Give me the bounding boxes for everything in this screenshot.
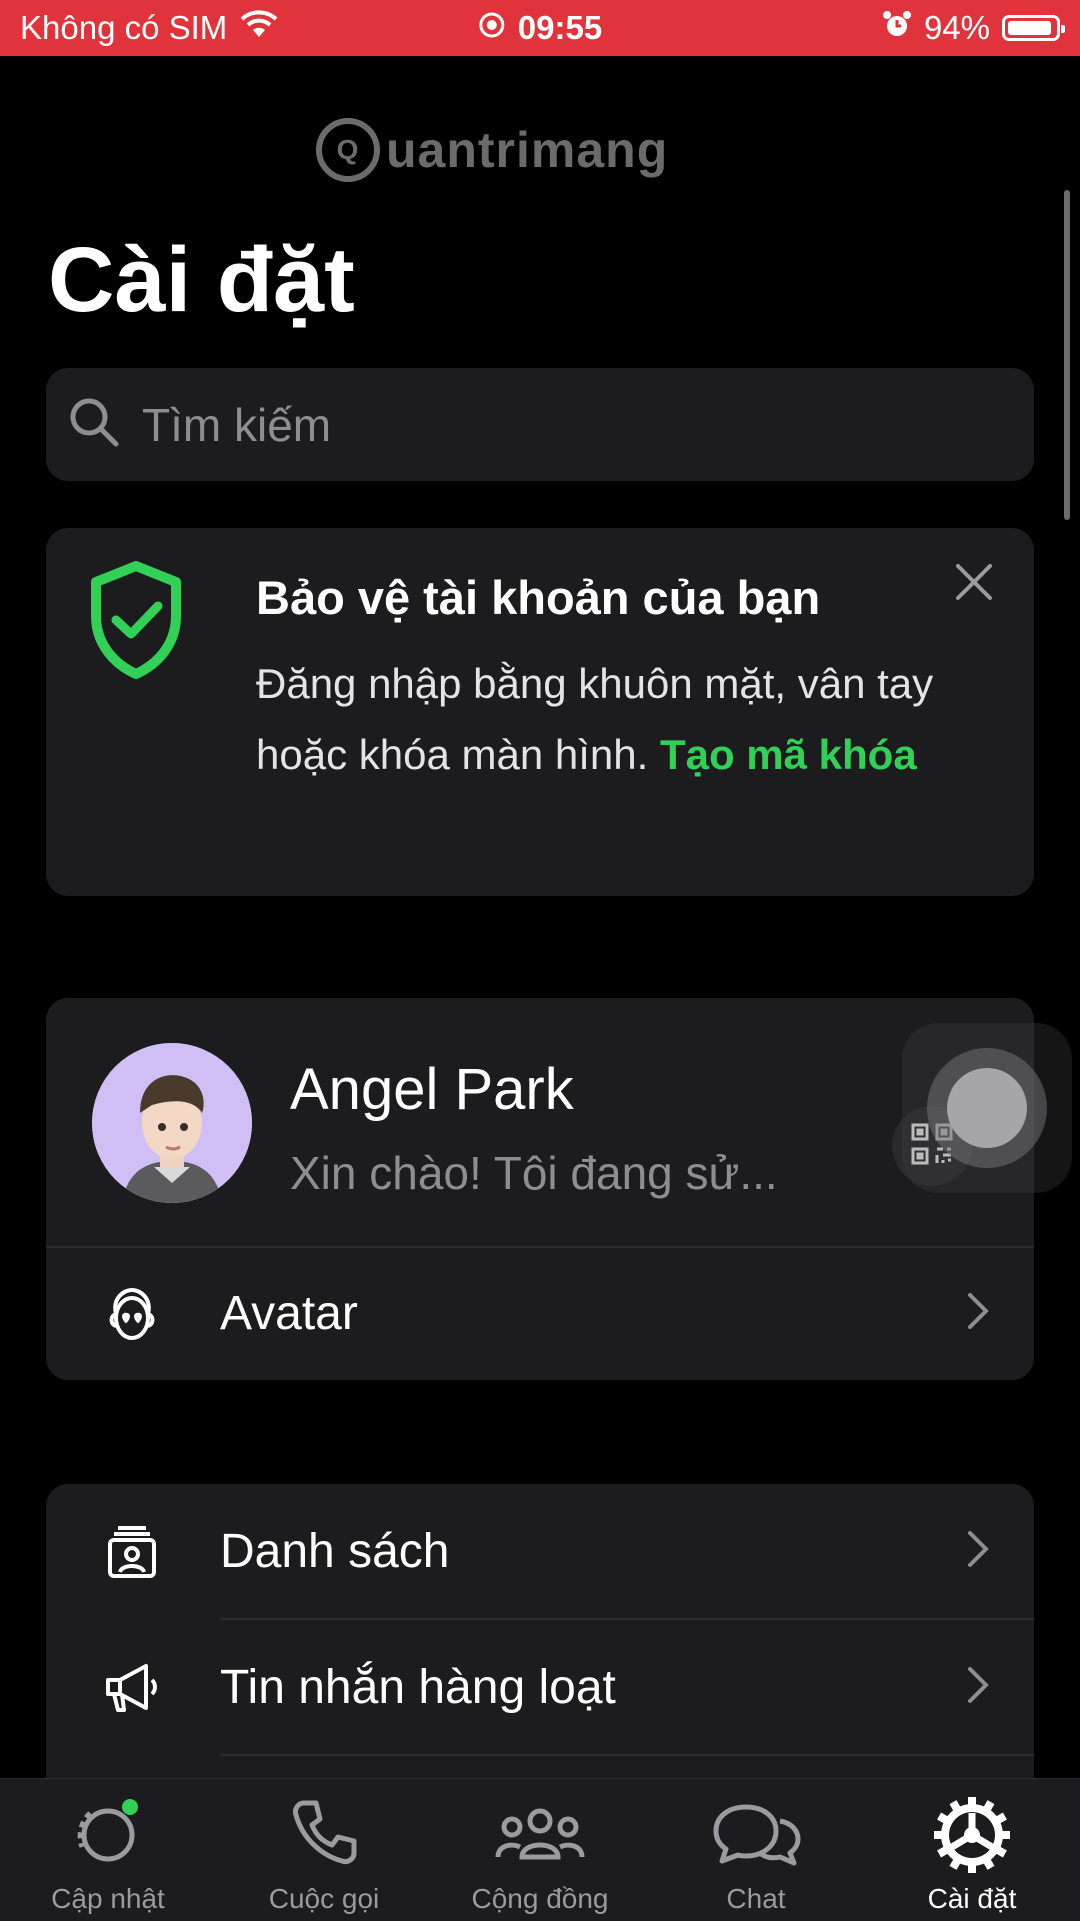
settings-icon [930,1793,1014,1882]
tab-label: Cộng đồng [471,1883,609,1914]
status-bar: Không có SIM 09:55 94% [0,0,1080,56]
lightbulb-icon: Q [316,118,380,182]
tab-bar: Cập nhật Cuộc gọi Cộng đồng Chat Cài đặt [0,1778,1080,1921]
profile-status: Xin chào! Tôi đang sử... [290,1147,778,1199]
profile-name: Angel Park [290,1057,574,1122]
battery-icon [1002,15,1065,41]
alarm-icon [882,9,912,47]
search-bar[interactable] [46,368,1034,481]
wifi-icon [239,9,279,47]
battery-percent: 94% [923,9,990,46]
tab-label: Cài đặt [927,1883,1017,1914]
list-item-label: Danh sách [220,1524,450,1578]
list-item-lists[interactable]: Danh sách [46,1484,1034,1618]
avatar-row-label: Avatar [220,1286,358,1340]
chevron-right-icon [966,1665,990,1710]
tab-settings[interactable]: Cài đặt [864,1779,1080,1921]
tab-label: Cuộc gọi [268,1883,380,1914]
community-icon [492,1793,588,1878]
contacts-list-icon [102,1522,162,1587]
chat-icon [708,1793,804,1878]
protection-title: Bảo vệ tài khoản của bạn [256,571,821,624]
avatar-row[interactable]: Avatar [46,1246,1034,1380]
settings-list: Danh sách Tin nhắn hàng loạt [46,1484,1034,1784]
phone-icon [284,1793,364,1878]
chevron-right-icon [966,1529,990,1574]
tab-community[interactable]: Cộng đồng [432,1779,648,1921]
megaphone-icon [102,1658,162,1723]
list-item-label: Tin nhắn hàng loạt [220,1660,616,1714]
assistive-touch-button[interactable] [902,1023,1072,1193]
scrollbar[interactable] [1064,190,1070,520]
avatar-face-icon [102,1284,162,1349]
tab-updates[interactable]: Cập nhật [0,1779,216,1921]
search-input[interactable] [140,396,1004,453]
carrier-label: Không có SIM [20,9,228,46]
create-passkey-link[interactable]: Tạo mã khóa [660,731,917,778]
tab-label: Cập nhật [51,1883,165,1914]
tab-label: Chat [726,1883,786,1914]
page-title: Cài đặt [48,229,355,331]
account-protection-card: Bảo vệ tài khoản của bạn Đăng nhập bằng … [46,528,1034,896]
updates-badge [122,1799,138,1815]
close-icon[interactable] [954,562,994,607]
avatar[interactable] [92,1043,252,1203]
shield-check-icon [86,560,186,685]
protection-description: Đăng nhập bằng khuôn mặt, vân tay hoặc k… [256,660,934,778]
screen-record-icon [478,9,506,47]
watermark-logo: Q uantrimang [316,118,668,182]
tab-chat[interactable]: Chat [648,1779,864,1921]
divider [220,1754,1034,1756]
watermark-text: uantrimang [386,122,669,178]
search-icon [66,394,122,455]
list-item-broadcast[interactable]: Tin nhắn hàng loạt [46,1620,1034,1754]
tab-calls[interactable]: Cuộc gọi [216,1779,432,1921]
chevron-right-icon [966,1291,990,1336]
profile-card: Angel Park Xin chào! Tôi đang sử... Avat… [46,998,1034,1380]
clock-time: 09:55 [517,9,603,46]
